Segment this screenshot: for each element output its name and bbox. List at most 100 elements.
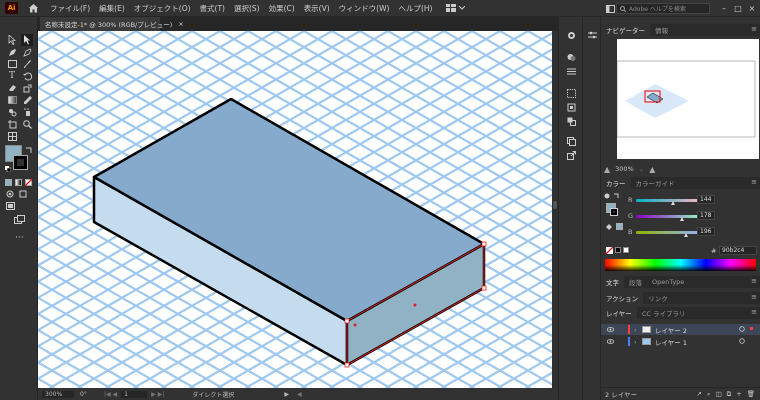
anchor-point[interactable] [344,362,350,368]
collect-export-icon[interactable]: ↗ [696,390,701,399]
red-slider-thumb[interactable] [670,201,675,205]
graphic-styles-icon[interactable] [565,51,577,63]
eye-icon[interactable] [606,326,615,334]
scroll-thumb[interactable] [553,201,557,209]
white-color-swatch[interactable] [623,247,629,253]
menu-edit[interactable]: 編集(E) [99,3,125,14]
help-search-input[interactable]: Adobe ヘルプを検索 [616,3,710,14]
new-layer-icon[interactable]: + [736,390,741,399]
blue-slider[interactable] [636,231,702,234]
none-color-icon[interactable] [605,246,614,256]
zoom-tool-icon[interactable] [21,118,33,130]
hex-value-field[interactable]: 90b2c4 [719,246,757,255]
tab-color[interactable]: カラー [601,177,631,189]
selection-indicator[interactable] [750,327,753,330]
color-mode-icon[interactable] [5,179,12,186]
tab-navigator[interactable]: ナビゲーター [601,24,650,36]
first-artboard-icon[interactable]: |◀ ◀ [104,391,117,398]
artboard-number-field[interactable]: 1 [121,390,148,398]
draw-behind-icon[interactable] [19,190,27,200]
expand-arrow-icon[interactable]: › [634,338,637,346]
layers-copy-icon[interactable] [565,135,577,147]
symbol-sprayer-tool-icon[interactable] [21,106,33,118]
navigator-preview[interactable] [616,39,759,159]
panel-menu-icon[interactable]: ≡ [751,277,757,285]
expand-arrow-icon[interactable]: › [634,326,637,334]
transform-icon[interactable] [565,101,577,113]
tab-links[interactable]: リンク [643,292,673,304]
close-window-icon[interactable]: × [746,3,758,14]
type-tool-icon[interactable]: T [6,70,18,82]
menu-file[interactable]: ファイル(F) [50,3,90,14]
menu-type[interactable]: 書式(T) [200,3,225,14]
workspace-switcher[interactable] [446,4,466,12]
layer-row-2[interactable]: › レイヤー 2 [601,324,760,335]
home-icon[interactable] [25,1,41,15]
zoom-out-icon[interactable]: ▲ [604,165,610,174]
appearance-icon[interactable] [565,29,577,41]
brushes-icon[interactable] [565,65,577,77]
minimize-icon[interactable]: – [718,3,730,14]
locate-object-icon[interactable]: ⌕ [707,390,711,399]
swap-fill-stroke-icon[interactable] [25,147,32,156]
gradient-tool-icon[interactable] [6,94,18,106]
delete-layer-icon[interactable]: 🗑 [747,390,755,399]
menu-window[interactable]: ウィンドウ(W) [339,3,390,14]
artboard-tool-icon[interactable] [6,118,18,130]
layer-row-1[interactable]: › レイヤー 1 [601,336,760,347]
tab-character[interactable]: 文字 [601,276,624,288]
menu-help[interactable]: ヘルプ(H) [398,3,432,14]
arrange-icon[interactable] [604,3,616,14]
curvature-tool-icon[interactable] [21,46,33,58]
black-color-swatch[interactable] [615,247,621,253]
tab-cc-libraries[interactable]: CC ライブラリ [637,307,691,319]
pathfinder-icon[interactable] [565,115,577,127]
tab-color-guide[interactable]: カラーガイド [631,177,680,189]
panel-menu-icon[interactable]: ≡ [751,308,757,316]
scroll-left-icon[interactable]: ◀ [297,391,302,398]
tab-paragraph[interactable]: 段落 [624,276,647,288]
artwork[interactable] [38,31,552,388]
export-icon[interactable] [565,149,577,161]
direct-selection-tool-icon[interactable] [21,34,33,46]
default-colors-icon[interactable] [5,166,12,174]
zoom-field[interactable]: 300% [42,390,74,398]
panel-menu-icon[interactable]: ≡ [751,25,757,33]
menu-effect[interactable]: 効果(C) [269,3,295,14]
tab-actions[interactable]: アクション [601,292,644,304]
close-tab-icon[interactable]: × [178,20,183,28]
next-artboard-icon[interactable]: ▶ ▶| [151,391,164,398]
clipping-mask-icon[interactable]: ◫ [715,390,721,399]
artboard-options-icon[interactable] [14,215,25,226]
tab-opentype[interactable]: OpenType [647,276,689,288]
blue-value-field[interactable]: 196 [697,227,715,236]
draw-mode-icon[interactable] [6,190,14,200]
screen-mode-icon[interactable] [6,202,15,212]
status-menu-icon[interactable]: ▶ [284,391,289,398]
menu-object[interactable]: オブジェクト(O) [134,3,191,14]
panel-menu-icon[interactable]: ≡ [751,178,757,186]
align-icon[interactable] [565,87,577,99]
target-icon[interactable] [739,325,745,334]
anchor-point[interactable] [481,285,487,291]
selection-tool-icon[interactable] [6,34,18,46]
chevron-down-icon[interactable]: ⌄ [639,165,644,173]
document-tab[interactable]: 名称未設定-1* @ 300% (RGB/プレビュー) × [40,17,184,31]
paintbrush-tool-icon[interactable] [21,58,33,70]
gradient-mode-icon[interactable] [15,179,22,186]
layer-name[interactable]: レイヤー 1 [655,337,687,347]
eye-icon[interactable] [606,338,615,346]
panel-menu-icon[interactable]: ≡ [751,293,757,301]
more-tools-icon[interactable]: ··· [15,233,24,243]
color-spectrum[interactable] [605,259,756,271]
zoom-in-icon[interactable]: ▲ [649,165,655,174]
rotate-tool-icon[interactable] [21,70,33,82]
green-slider[interactable] [636,215,702,218]
red-value-field[interactable]: 144 [697,195,715,204]
maximize-icon[interactable]: □ [732,3,744,14]
none-mode-icon[interactable] [25,179,32,186]
green-value-field[interactable]: 178 [697,211,715,220]
green-slider-thumb[interactable] [679,217,684,221]
graph-tool-icon[interactable] [6,130,18,142]
eraser-tool-icon[interactable] [6,82,18,94]
